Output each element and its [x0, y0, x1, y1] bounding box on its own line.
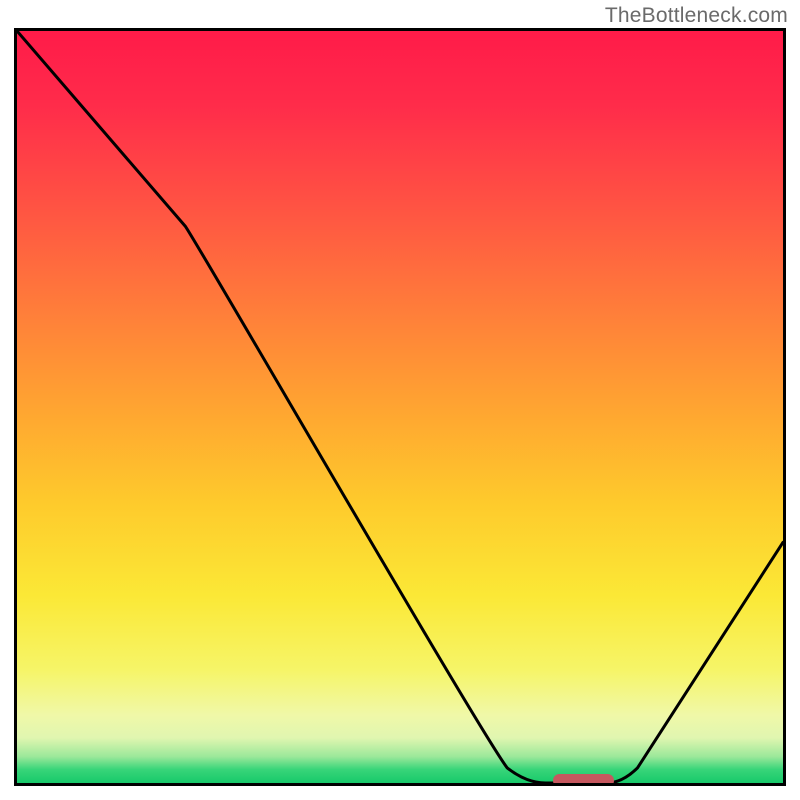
optimum-marker: [553, 774, 614, 786]
watermark-text: TheBottleneck.com: [605, 4, 788, 28]
bottleneck-curve-path: [17, 31, 783, 783]
chart-curve: [17, 31, 783, 783]
chart-frame: [14, 28, 786, 786]
